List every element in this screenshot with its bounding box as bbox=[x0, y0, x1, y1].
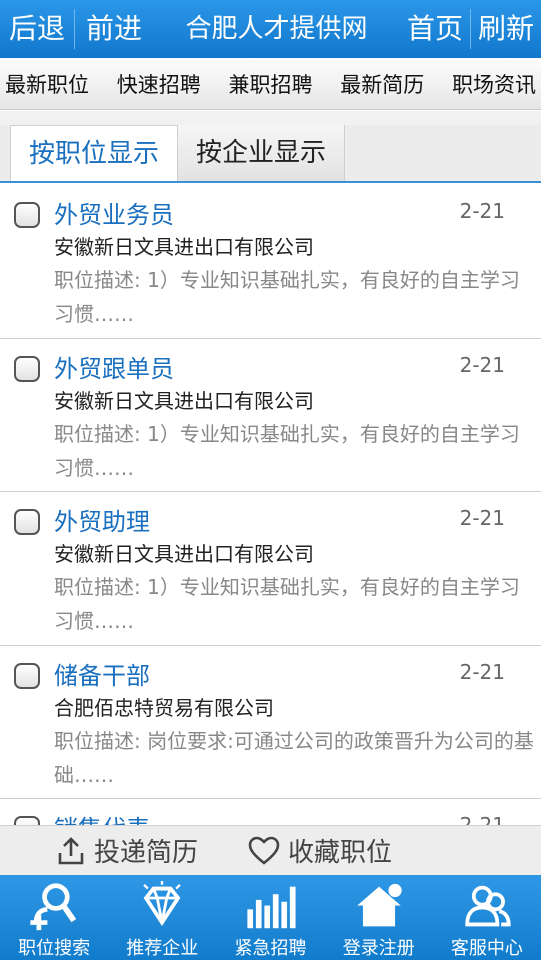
job-company: 安徽新日文具进出口有限公司 bbox=[54, 235, 314, 259]
nav-label: 紧急招聘 bbox=[234, 938, 307, 959]
job-checkbox[interactable] bbox=[14, 816, 40, 825]
list-item[interactable]: 销售代表 2-21 bbox=[0, 799, 541, 825]
job-company: 安徽新日文具进出口有限公司 bbox=[54, 542, 314, 566]
users-icon bbox=[465, 885, 511, 927]
nav-customer-service[interactable]: 客服中心 bbox=[433, 875, 541, 960]
favorite-job-label: 收藏职位 bbox=[288, 838, 393, 868]
nav-login-register[interactable]: 登录注册 bbox=[325, 875, 433, 960]
job-description: 职位描述: 岗位要求:可通过公司的政策晋升为公司的基础…… bbox=[54, 728, 534, 787]
view-tabs: 按职位显示 按企业显示 bbox=[0, 125, 541, 183]
list-item[interactable]: 外贸跟单员 2-21 安徽新日文具进出口有限公司 职位描述: 1）专业知识基础扎… bbox=[0, 338, 541, 492]
back-button[interactable]: 后退 bbox=[0, 0, 74, 58]
job-company: 安徽新日文具进出口有限公司 bbox=[54, 388, 314, 413]
refresh-button[interactable]: 刷新 bbox=[471, 0, 541, 58]
nav-label: 推荐企业 bbox=[126, 938, 199, 959]
job-title[interactable]: 外贸业务员 bbox=[54, 195, 174, 230]
spacer bbox=[0, 111, 541, 125]
heart-icon bbox=[248, 836, 280, 865]
favorite-job-button[interactable]: 收藏职位 bbox=[248, 832, 392, 869]
job-description: 职位描述: 1）专业知识基础扎实，有良好的自主学习习惯…… bbox=[54, 421, 520, 480]
job-title[interactable]: 储备干部 bbox=[54, 656, 150, 691]
category-quick-hiring[interactable]: 快速招聘 bbox=[117, 69, 201, 99]
category-latest-resumes[interactable]: 最新简历 bbox=[340, 69, 424, 99]
job-checkbox[interactable] bbox=[14, 662, 40, 689]
category-menu: 最新职位 快速招聘 兼职招聘 最新简历 职场资讯 bbox=[0, 58, 541, 110]
nav-label: 职位搜索 bbox=[18, 938, 91, 959]
list-item[interactable]: 外贸助理 2-21 安徽新日文具进出口有限公司 职位描述: 1）专业知识基础扎实… bbox=[0, 492, 541, 646]
category-career-news[interactable]: 职场资讯 bbox=[452, 69, 536, 99]
action-bar: 投递简历 收藏职位 bbox=[0, 825, 541, 875]
nav-recommended-companies[interactable]: 推荐企业 bbox=[108, 875, 216, 960]
diamond-icon bbox=[143, 881, 182, 927]
nav-urgent-hiring[interactable]: 紧急招聘 bbox=[216, 875, 324, 960]
job-date: 2-21 bbox=[459, 659, 505, 684]
list-item[interactable]: 储备干部 2-21 合肥佰忠特贸易有限公司 职位描述: 岗位要求:可通过公司的政… bbox=[0, 645, 541, 799]
category-latest-jobs[interactable]: 最新职位 bbox=[5, 69, 89, 99]
job-date: 2-21 bbox=[459, 506, 505, 530]
home-button[interactable]: 首页 bbox=[400, 0, 470, 58]
bottom-nav: 职位搜索 推荐企业 紧急招聘 登录注册 客服中心 bbox=[0, 875, 541, 960]
job-title[interactable]: 外贸跟单员 bbox=[54, 349, 174, 384]
list-item[interactable]: 外贸业务员 2-21 安徽新日文具进出口有限公司 职位描述: 1）专业知识基础扎… bbox=[0, 185, 541, 339]
home-icon bbox=[356, 883, 402, 927]
top-nav-bar: 后退 前进 合肥人才提供网 首页 刷新 bbox=[0, 0, 541, 58]
job-title[interactable]: 销售代表 bbox=[54, 809, 150, 825]
upload-icon bbox=[58, 836, 84, 864]
tab-by-company[interactable]: 按企业显示 bbox=[178, 125, 346, 181]
tab-by-position[interactable]: 按职位显示 bbox=[10, 125, 179, 181]
nav-job-search[interactable]: 职位搜索 bbox=[0, 875, 108, 960]
submit-resume-label: 投递简历 bbox=[94, 838, 199, 868]
job-date: 2-21 bbox=[459, 813, 505, 825]
job-description: 职位描述: 1）专业知识基础扎实，有良好的自主学习习惯…… bbox=[54, 575, 520, 633]
job-date: 2-21 bbox=[459, 352, 505, 377]
job-checkbox[interactable] bbox=[14, 509, 40, 535]
nav-label: 登录注册 bbox=[342, 938, 415, 959]
nav-label: 客服中心 bbox=[450, 938, 523, 959]
job-date: 2-21 bbox=[459, 199, 505, 223]
submit-resume-button[interactable]: 投递简历 bbox=[56, 832, 198, 869]
job-company: 合肥佰忠特贸易有限公司 bbox=[54, 695, 274, 720]
person-search-icon bbox=[30, 883, 77, 931]
job-title[interactable]: 外贸助理 bbox=[54, 502, 150, 537]
forward-button[interactable]: 前进 bbox=[75, 0, 153, 58]
page-title: 合肥人才提供网 bbox=[185, 14, 368, 44]
job-description: 职位描述: 1）专业知识基础扎实，有良好的自主学习习惯…… bbox=[54, 268, 520, 326]
job-list: 外贸业务员 2-21 安徽新日文具进出口有限公司 职位描述: 1）专业知识基础扎… bbox=[0, 185, 541, 825]
job-checkbox[interactable] bbox=[14, 355, 40, 382]
category-part-time[interactable]: 兼职招聘 bbox=[229, 69, 313, 99]
job-checkbox[interactable] bbox=[14, 202, 40, 228]
bar-chart-icon bbox=[246, 886, 296, 929]
